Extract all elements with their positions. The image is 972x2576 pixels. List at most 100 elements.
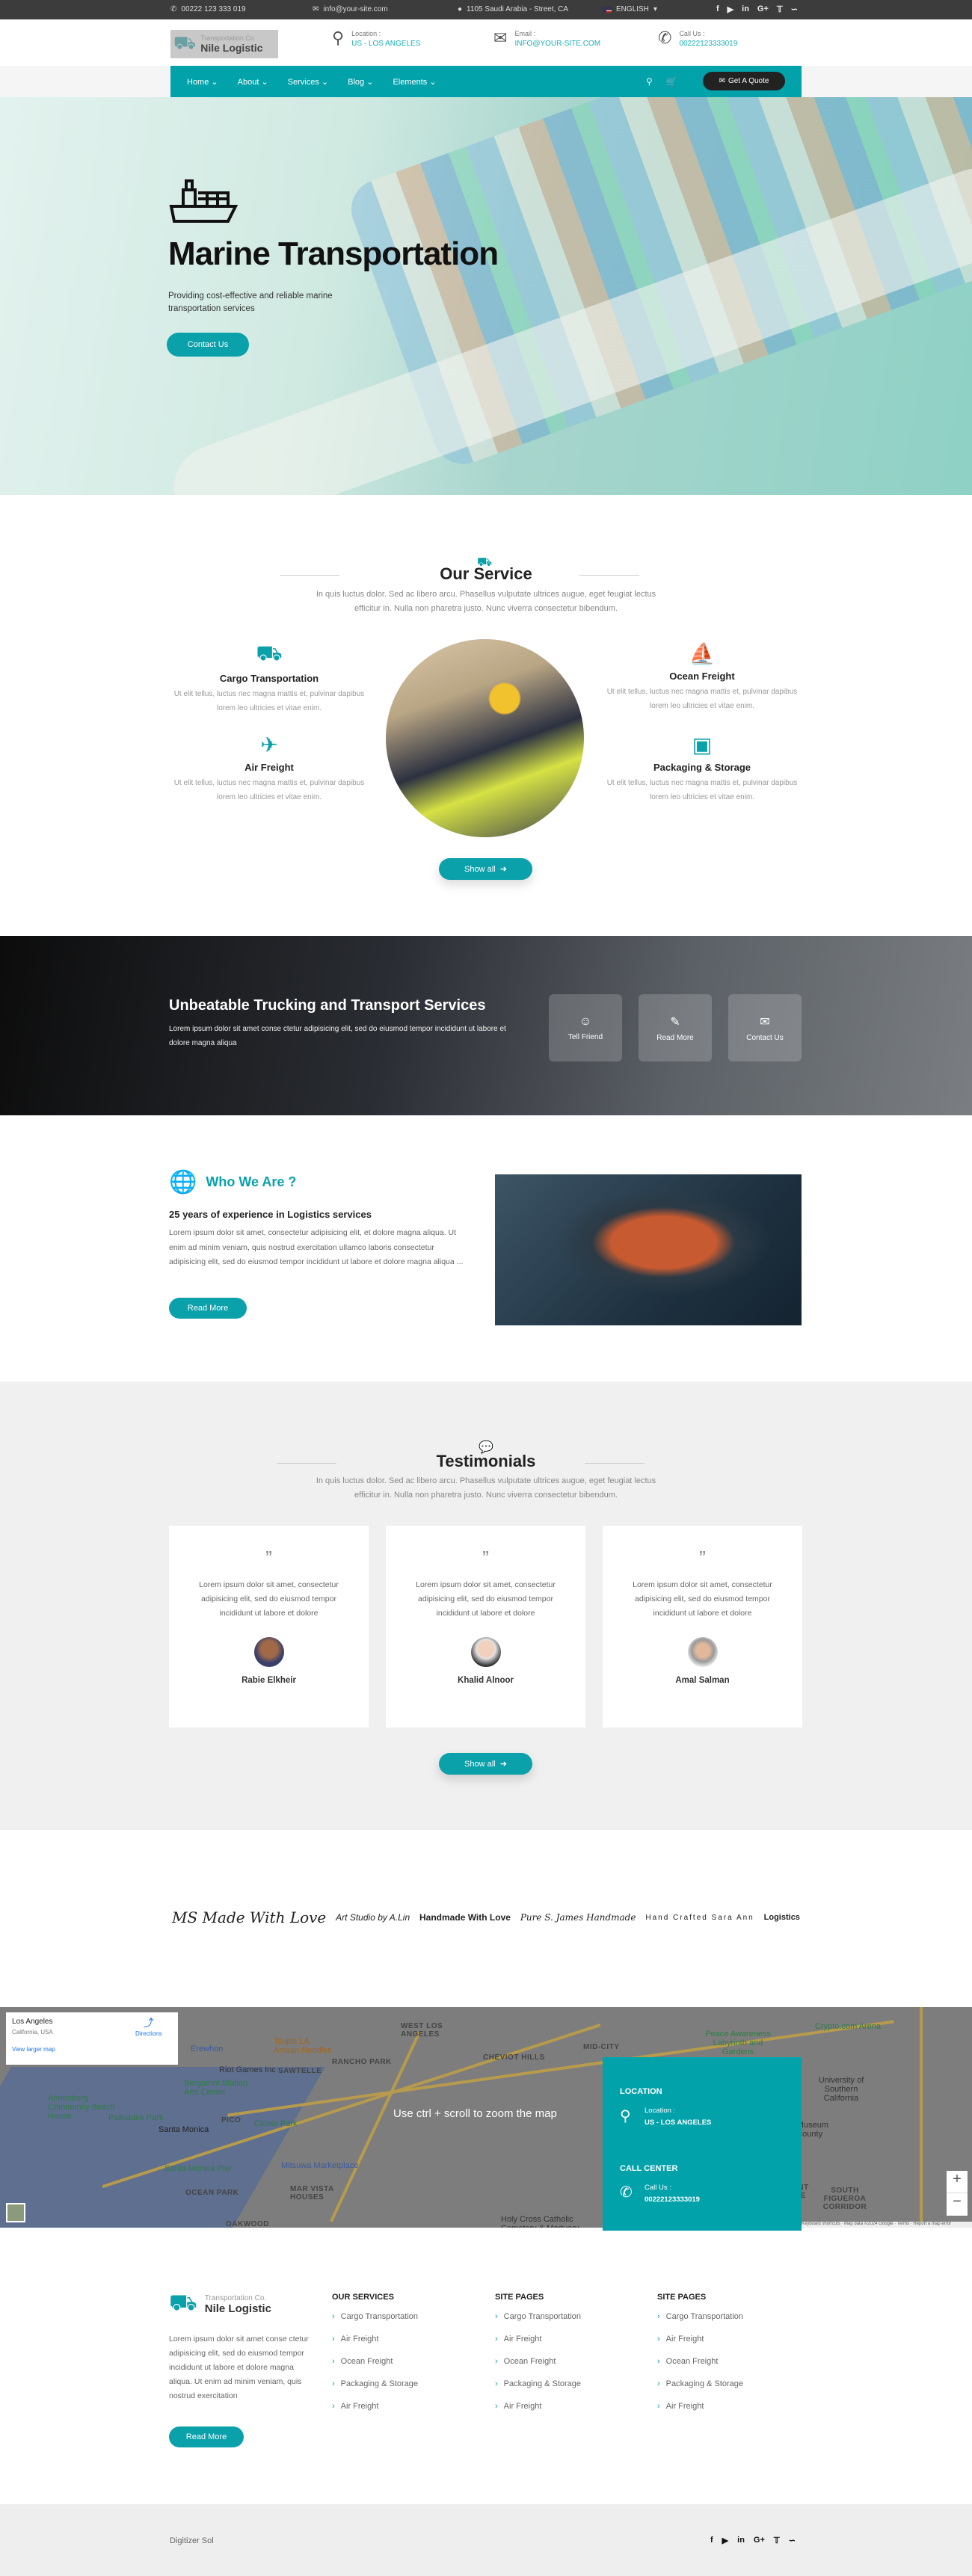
header-location: ⚲ Location : US - LOS ANGELES bbox=[332, 28, 421, 49]
read-more-tile[interactable]: ✎ Read More bbox=[639, 994, 712, 1061]
nav-tools: ⚲ 🛒 bbox=[646, 76, 677, 87]
services-title: Our Service bbox=[440, 564, 532, 583]
footer-link[interactable]: › Cargo Transportation bbox=[332, 2312, 418, 2321]
truck-icon: ⛟ bbox=[173, 33, 197, 53]
footer-read-more-button[interactable]: Read More bbox=[169, 2426, 244, 2447]
footer-link[interactable]: › Packaging & Storage bbox=[332, 2379, 418, 2388]
linkedin-icon[interactable]: in bbox=[737, 2536, 745, 2545]
footer-link[interactable]: › Cargo Transportation bbox=[657, 2312, 743, 2321]
footer-about: Lorem ipsum dolor sit amet conse ctetur … bbox=[169, 2335, 309, 2400]
top-bar: ✆ 00222 123 333 019 ✉ info@your-site.com ●… bbox=[0, 0, 972, 19]
nav-about[interactable]: About ⌄ bbox=[238, 77, 268, 87]
twitter-icon[interactable]: 𝕋 bbox=[777, 4, 783, 14]
chevron-down-icon: ⌄ bbox=[366, 77, 374, 87]
avatar bbox=[470, 1637, 501, 1667]
zoom-in-button[interactable]: + bbox=[947, 2171, 968, 2193]
logo[interactable]: ⛟ Transportation Co Nile Logistic bbox=[170, 30, 278, 58]
chevron-right-icon: › bbox=[495, 2379, 498, 2388]
footer-link[interactable]: › Packaging & Storage bbox=[495, 2379, 581, 2388]
package-box-icon: ▣ bbox=[692, 733, 713, 757]
footer-link[interactable]: › Air Freight bbox=[657, 2402, 743, 2411]
youtube-icon[interactable]: ▶ bbox=[722, 2536, 728, 2545]
partner-logo[interactable]: Logistics bbox=[764, 1913, 800, 1922]
footer-link[interactable]: › Air Freight bbox=[332, 2335, 418, 2344]
envelope-icon: ✉ bbox=[719, 77, 725, 85]
partner-logo[interactable]: MS Made With Love bbox=[172, 1908, 326, 1926]
partner-logo[interactable]: Hand Crafted Sara Ann bbox=[645, 1914, 754, 1922]
contact-info-card: LOCATION ⚲ Location : US - LOS ANGELES C… bbox=[603, 2057, 802, 2231]
who-read-more-button[interactable]: Read More bbox=[169, 1298, 247, 1319]
satellite-toggle[interactable] bbox=[6, 2203, 25, 2222]
rss-icon[interactable]: ∽ bbox=[791, 4, 798, 14]
footer-logo[interactable]: ⛟ Transportation Co. Nile Logistic bbox=[169, 2290, 271, 2319]
services-show-all-button[interactable]: Show all ➜ bbox=[439, 858, 532, 880]
footer-link[interactable]: › Air Freight bbox=[332, 2402, 418, 2411]
footer-link[interactable]: › Ocean Freight bbox=[657, 2357, 743, 2366]
banner-text: Lorem ipsum dolor sit amet conse ctetur … bbox=[169, 1025, 506, 1047]
ship-icon: ⛵ bbox=[689, 642, 716, 665]
quote-icon: ” bbox=[265, 1547, 272, 1569]
contact-us-button[interactable]: Contact Us bbox=[167, 333, 249, 357]
chevron-right-icon: › bbox=[657, 2402, 660, 2411]
heading-line-left bbox=[280, 575, 339, 576]
youtube-icon[interactable]: ▶ bbox=[728, 4, 733, 14]
facebook-icon[interactable]: f bbox=[716, 4, 719, 14]
avatar bbox=[253, 1637, 284, 1667]
footer-link[interactable]: › Air Freight bbox=[495, 2402, 581, 2411]
service-ocean-freight[interactable]: ⛵ Ocean Freight Ut elit tellus, luctus n… bbox=[605, 641, 799, 713]
container-ship-image bbox=[495, 1174, 802, 1325]
service-packaging-storage[interactable]: ▣ Packaging & Storage Ut elit tellus, lu… bbox=[605, 733, 799, 804]
footer-social: f ▶ in G+ 𝕋 ∽ bbox=[710, 2536, 796, 2545]
directions-link[interactable]: ⤴ Directions bbox=[135, 2015, 162, 2037]
zoom-out-button[interactable]: − bbox=[947, 2193, 968, 2210]
facebook-icon[interactable]: f bbox=[710, 2536, 713, 2545]
heading-line-right bbox=[585, 1463, 645, 1464]
service-air-freight[interactable]: ✈ Air Freight Ut elit tellus, luctus nec… bbox=[172, 733, 366, 804]
map-road bbox=[920, 2007, 923, 2228]
get-quote-button[interactable]: ✉ Get A Quote bbox=[703, 72, 785, 90]
topbar-email[interactable]: ✉ info@your-site.com bbox=[313, 5, 388, 13]
testimonials-show-all-button[interactable]: Show all ➜ bbox=[439, 1753, 532, 1775]
nav-services[interactable]: Services ⌄ bbox=[288, 77, 328, 87]
nav-elements[interactable]: Elements ⌄ bbox=[393, 77, 436, 87]
language-selector[interactable]: ENGLISH ▾ bbox=[603, 5, 657, 13]
cart-icon[interactable]: 🛒 bbox=[666, 76, 677, 87]
arrow-right-icon: ➜ bbox=[499, 1760, 507, 1769]
footer-column-services: OUR SERVICES › Cargo Transportation › Air … bbox=[332, 2293, 419, 2411]
footer-link[interactable]: › Ocean Freight bbox=[332, 2357, 418, 2366]
linkedin-icon[interactable]: in bbox=[742, 4, 749, 14]
testimonial-card: ” Lorem ipsum dolor sit amet, consectetu… bbox=[169, 1526, 369, 1728]
heading-line-left bbox=[277, 1463, 336, 1464]
testimonials-description: In quis luctus dolor. Sed ac libero arcu… bbox=[316, 1476, 656, 1500]
banner-title: Unbeatable Trucking and Transport Servic… bbox=[169, 997, 486, 1014]
partner-logo[interactable]: Pure S. James Handmade bbox=[520, 1912, 636, 1923]
users-icon: ☺ bbox=[579, 1014, 592, 1028]
service-cargo-transportation[interactable]: ⛟ Cargo Transportation Ut elit tellus, l… bbox=[172, 641, 366, 715]
nav-home[interactable]: Home ⌄ bbox=[187, 77, 218, 87]
arrow-right-icon: ➜ bbox=[499, 865, 507, 874]
who-we-are-heading: 🌐 Who We Are ? bbox=[169, 1170, 297, 1195]
google-plus-icon[interactable]: G+ bbox=[754, 2536, 765, 2545]
footer-link[interactable]: › Cargo Transportation bbox=[495, 2312, 581, 2321]
map-zoom-controls: + − bbox=[947, 2171, 968, 2216]
us-flag-icon bbox=[603, 6, 612, 13]
footer-link[interactable]: › Air Freight bbox=[495, 2335, 581, 2344]
quote-icon: ” bbox=[482, 1547, 489, 1569]
partner-logo[interactable]: Art Studio by A.Lin bbox=[336, 1912, 410, 1923]
footer-link[interactable]: › Air Freight bbox=[657, 2335, 743, 2344]
partner-logo[interactable]: Handmade With Love bbox=[419, 1912, 511, 1923]
chevron-right-icon: › bbox=[657, 2335, 660, 2344]
contact-us-tile[interactable]: ✉ Contact Us bbox=[728, 994, 802, 1061]
twitter-icon[interactable]: 𝕋 bbox=[774, 2536, 780, 2545]
warehouse-worker-image bbox=[386, 639, 584, 837]
rss-icon[interactable]: ∽ bbox=[789, 2536, 796, 2545]
google-plus-icon[interactable]: G+ bbox=[757, 4, 769, 14]
tell-friend-tile[interactable]: ☺ Tell Friend bbox=[549, 994, 622, 1061]
topbar-phone[interactable]: ✆ 00222 123 333 019 bbox=[170, 5, 246, 13]
footer-link[interactable]: › Packaging & Storage bbox=[657, 2379, 743, 2388]
search-icon[interactable]: ⚲ bbox=[646, 76, 653, 87]
footer-link[interactable]: › Ocean Freight bbox=[495, 2357, 581, 2366]
nav-blog[interactable]: Blog ⌄ bbox=[348, 77, 373, 87]
view-larger-map-link[interactable]: View larger map bbox=[12, 2046, 55, 2053]
chevron-right-icon: › bbox=[495, 2312, 498, 2321]
